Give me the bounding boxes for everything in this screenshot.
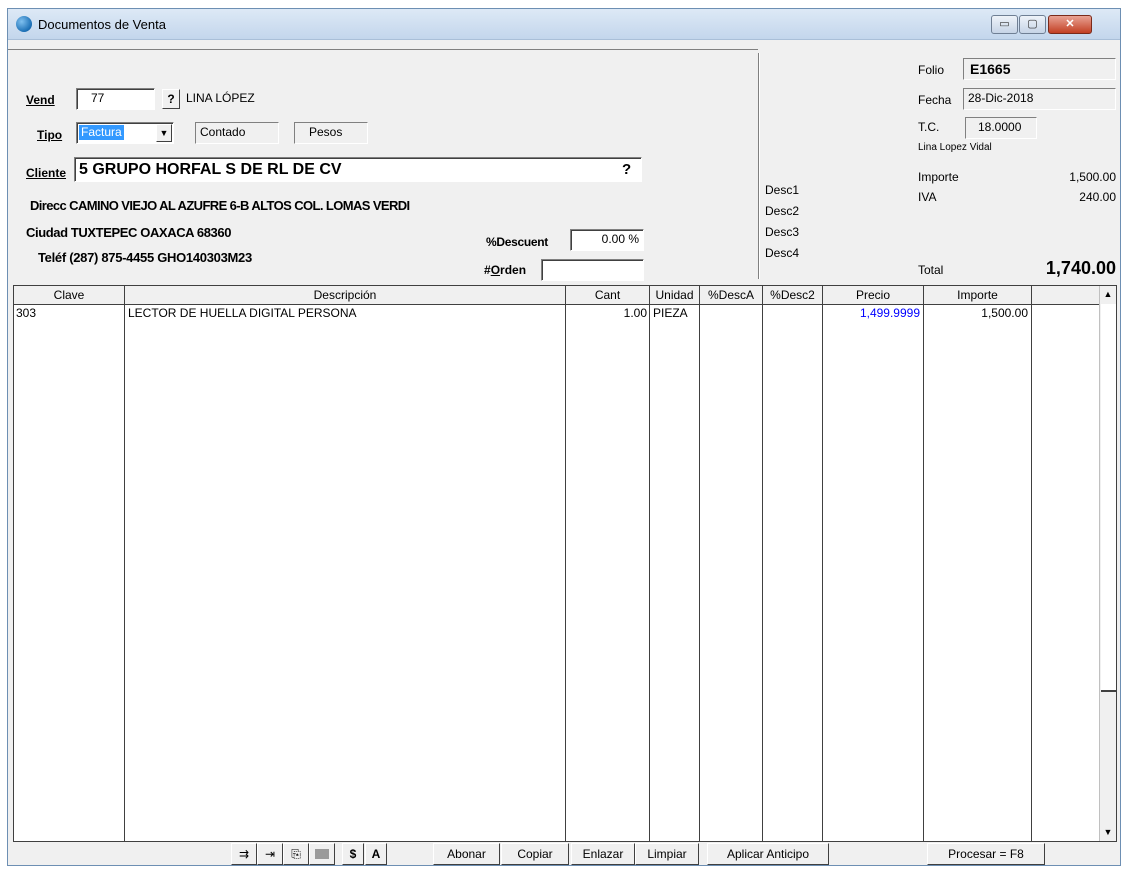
user-name: Lina Lopez Vidal xyxy=(918,142,992,153)
col-header-clave[interactable]: Clave xyxy=(14,286,125,304)
total-value: 1,740.00 xyxy=(1045,258,1116,278)
vertical-scrollbar[interactable]: ▲ ▼ xyxy=(1099,286,1116,841)
vend-lookup-button[interactable]: ? xyxy=(162,89,180,109)
insert-row-icon: ⇉ xyxy=(238,847,250,861)
desc2-label: Desc2 xyxy=(765,204,800,218)
limpiar-button[interactable]: Limpiar xyxy=(635,843,699,865)
col-divider xyxy=(699,304,700,841)
scroll-up-icon[interactable]: ▲ xyxy=(1100,286,1116,303)
procesar-button[interactable]: Procesar = F8 xyxy=(927,843,1045,865)
window-title: Documentos de Venta xyxy=(38,17,166,32)
fecha-field[interactable]: 28-Dic-2018 xyxy=(963,88,1116,110)
enlazar-button[interactable]: Enlazar xyxy=(571,843,635,865)
iva-value: 240.00 xyxy=(1079,190,1116,204)
col-header-desc2[interactable]: %Desc2 xyxy=(763,286,823,304)
insert-row-button[interactable]: ⇉ xyxy=(231,843,257,865)
tc-label: T.C. xyxy=(918,120,940,134)
col-header-descripcion[interactable]: Descripción xyxy=(125,286,566,304)
cliente-input[interactable]: 5 GRUPO HORFAL S DE RL DE CV xyxy=(74,157,642,182)
copiar-button[interactable]: Copiar xyxy=(501,843,569,865)
folder-button[interactable] xyxy=(309,843,335,865)
currency-field[interactable]: Pesos xyxy=(294,122,368,144)
importe-value: 1,500.00 xyxy=(1069,170,1116,184)
cell-precio[interactable]: 1,499.9999 xyxy=(824,305,920,321)
maximize-icon: ▢ xyxy=(1027,18,1038,30)
desc1-label: Desc1 xyxy=(765,183,800,197)
vend-label: Vend xyxy=(26,93,55,107)
minimize-icon: ▭ xyxy=(999,18,1010,30)
folio-field: E1665 xyxy=(963,58,1116,80)
city-line: Ciudad TUXTEPEC OAXACA 68360 xyxy=(26,225,232,240)
aplicar-anticipo-button[interactable]: Aplicar Anticipo xyxy=(707,843,829,865)
grid-header: Clave Descripción Cant Unidad %DescA %De… xyxy=(14,286,1102,305)
title-bar[interactable]: Documentos de Venta ▭ ▢ ✕ xyxy=(8,9,1120,40)
address-line: Direcc CAMINO VIEJO AL AZUFRE 6-B ALTOS … xyxy=(30,198,410,213)
col-divider xyxy=(762,304,763,841)
cell-descripcion[interactable]: LECTOR DE HUELLA DIGITAL PERSONA xyxy=(128,305,357,321)
descuento-label: %Descuent xyxy=(486,235,548,249)
orden-input[interactable] xyxy=(541,259,644,281)
col-divider xyxy=(1031,304,1032,841)
col-header-cant[interactable]: Cant xyxy=(566,286,650,304)
vend-input[interactable]: 77 xyxy=(76,88,155,110)
paste-button[interactable]: ⎘ xyxy=(283,843,309,865)
cliente-lookup-button[interactable]: ? xyxy=(622,161,631,178)
col-header-precio[interactable]: Precio xyxy=(823,286,924,304)
col-header-importe[interactable]: Importe xyxy=(924,286,1032,304)
app-icon xyxy=(16,16,32,32)
payment-type-field[interactable]: Contado xyxy=(195,122,279,144)
main-window: Documentos de Venta ▭ ▢ ✕ Vend 77 ? LINA… xyxy=(7,8,1121,866)
paste-icon: ⎘ xyxy=(291,847,301,861)
close-button[interactable]: ✕ xyxy=(1048,15,1092,34)
minimize-button[interactable]: ▭ xyxy=(991,15,1018,34)
col-divider xyxy=(822,304,823,841)
tipo-label: Tipo xyxy=(37,128,63,142)
vend-name: LINA LÓPEZ xyxy=(186,91,255,105)
col-header-desca[interactable]: %DescA xyxy=(700,286,763,304)
close-icon: ✕ xyxy=(1065,18,1075,30)
tipo-selected-value: Factura xyxy=(79,125,124,140)
abonar-button[interactable]: Abonar xyxy=(433,843,500,865)
panel-divider-highlight xyxy=(759,53,760,279)
col-header-unidad[interactable]: Unidad xyxy=(650,286,700,304)
cell-clave[interactable]: 303 xyxy=(16,305,36,321)
fecha-label: Fecha xyxy=(918,93,952,107)
col-divider xyxy=(124,304,125,841)
cliente-label: Cliente xyxy=(26,166,67,180)
cell-unidad[interactable]: PIEZA xyxy=(653,305,688,321)
dollar-button[interactable]: $ xyxy=(342,843,364,865)
items-grid[interactable]: Clave Descripción Cant Unidad %DescA %De… xyxy=(13,285,1117,842)
col-header-extra xyxy=(1032,286,1102,304)
col-divider xyxy=(565,304,566,841)
iva-label: IVA xyxy=(918,190,937,204)
col-divider xyxy=(923,304,924,841)
desc4-label: Desc4 xyxy=(765,246,800,260)
scroll-thumb[interactable] xyxy=(1101,304,1116,692)
cell-cant[interactable]: 1.00 xyxy=(566,305,647,321)
folder-icon xyxy=(315,849,329,859)
scroll-down-icon[interactable]: ▼ xyxy=(1100,824,1116,841)
importe-label: Importe xyxy=(918,170,959,184)
cell-importe[interactable]: 1,500.00 xyxy=(925,305,1028,321)
append-row-icon: ⇥ xyxy=(264,847,276,861)
desc3-label: Desc3 xyxy=(765,225,800,239)
col-divider xyxy=(649,304,650,841)
descuento-input[interactable]: 0.00 % xyxy=(570,229,644,251)
orden-label: #Orden xyxy=(484,263,527,277)
append-row-button[interactable]: ⇥ xyxy=(257,843,283,865)
phone-line: Teléf (287) 875-4455 GHO140303M23 xyxy=(38,250,252,265)
total-label: Total xyxy=(918,263,944,277)
a-button[interactable]: A xyxy=(365,843,387,865)
folio-label: Folio xyxy=(918,63,945,77)
tc-field[interactable]: 18.0000 xyxy=(965,117,1037,139)
maximize-button[interactable]: ▢ xyxy=(1019,15,1046,34)
panel-top-line xyxy=(8,49,758,50)
chevron-down-icon[interactable]: ▼ xyxy=(156,124,172,142)
